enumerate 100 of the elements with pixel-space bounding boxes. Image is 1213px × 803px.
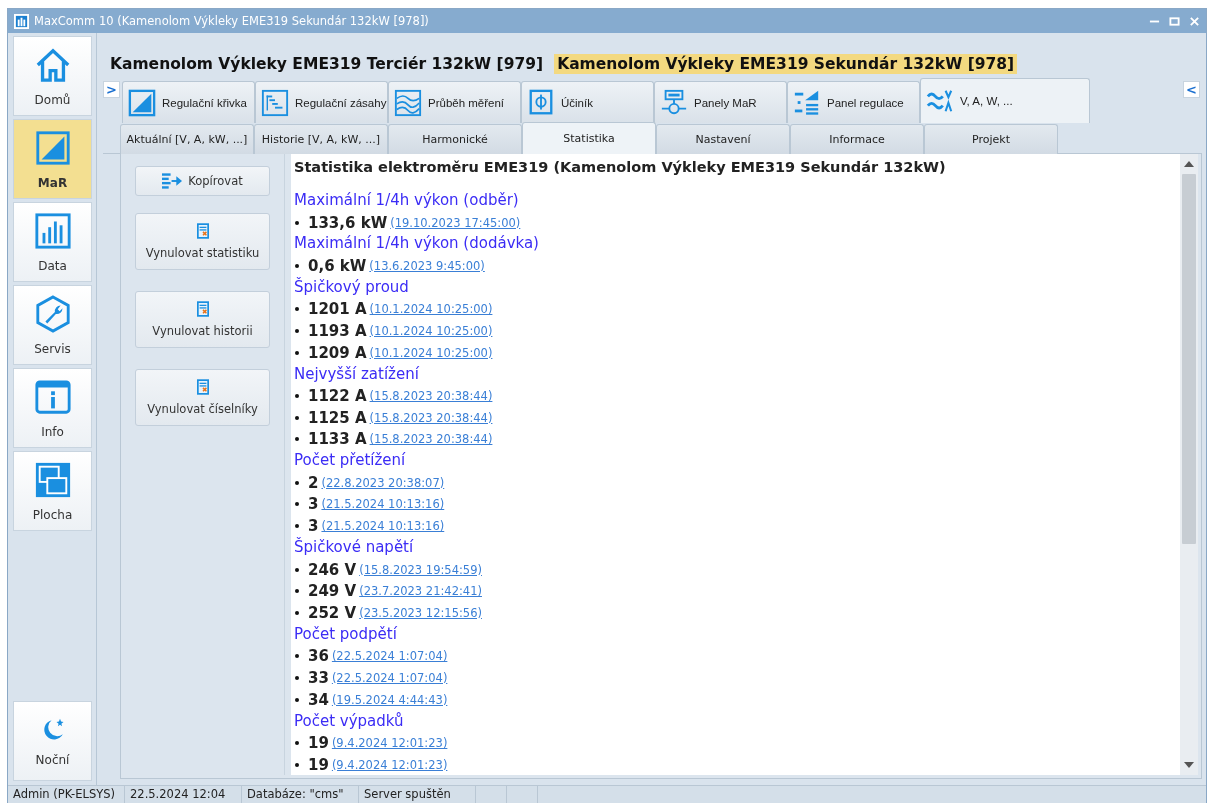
bar-chart-icon [33, 211, 72, 250]
measured-value: 3 [308, 517, 319, 536]
module-tab[interactable]: V, A, W, ... [920, 78, 1090, 123]
bullet-icon [295, 654, 299, 659]
reset-button[interactable]: Vynulovat historii [135, 291, 270, 348]
measured-value: 2 [308, 473, 319, 492]
status-text: Databáze: "cms" [242, 786, 359, 803]
bullet-icon [295, 263, 299, 268]
sidebar-item[interactable]: Servis [13, 285, 92, 365]
module-tab[interactable]: Regulační zásahy [255, 81, 388, 123]
timestamp-link[interactable]: (21.5.2024 10:13:16) [321, 497, 445, 512]
module-tab[interactable]: Panel regulace [787, 81, 920, 123]
view-tab[interactable]: Aktuální [V, A, kW, ...] [120, 124, 254, 154]
sidebar-item[interactable]: Data [13, 202, 92, 282]
measured-value: 19 [308, 755, 329, 774]
measured-value: 252 V [308, 603, 357, 622]
expand-button[interactable]: > [103, 81, 120, 98]
timestamp-link[interactable]: (22.5.2024 1:07:04) [331, 649, 448, 664]
view-tab[interactable]: Historie [V, A, kW, ...] [254, 124, 388, 154]
wave-icon [926, 87, 954, 115]
night-mode-button[interactable]: Noční [13, 701, 92, 781]
sidebar-item[interactable]: Info [13, 368, 92, 448]
view-tab[interactable]: Nastavení [656, 124, 790, 154]
timestamp-link[interactable]: (13.6.2023 9:45:00) [369, 258, 485, 273]
bullet-icon [295, 220, 299, 225]
bullet-icon [295, 415, 299, 420]
sidebar-item[interactable]: Plocha [13, 451, 92, 531]
measured-value: 34 [308, 690, 329, 709]
bullet-icon [295, 567, 299, 572]
module-tab[interactable]: Průběh měření [388, 81, 521, 123]
bullet-icon [295, 762, 299, 767]
timestamp-link[interactable]: (10.1.2024 10:25:00) [369, 345, 493, 360]
bullet-icon [295, 675, 299, 680]
section-heading: Počet výpadků [294, 710, 405, 732]
module-tab[interactable]: Regulační křivka [122, 81, 255, 123]
scroll-thumb[interactable] [1182, 174, 1196, 544]
timestamp-link[interactable]: (23.7.2023 21:42:41) [359, 584, 482, 599]
copy-button[interactable]: Kopírovat [135, 166, 270, 196]
timestamp-link[interactable]: (19.5.2024 4:44:43) [331, 692, 448, 707]
module-tab[interactable]: Panely MaR [654, 81, 787, 123]
bullet-icon [295, 394, 299, 399]
reset-button[interactable]: Vynulovat číselníky [135, 369, 270, 426]
scrollbar[interactable] [1180, 154, 1198, 775]
bullet-icon [295, 328, 299, 333]
status-text: 22.5.2024 12:04 [125, 786, 242, 803]
wrench-icon [33, 294, 72, 333]
sidebar-item[interactable]: MaR [13, 119, 92, 199]
view-tab[interactable]: Informace [790, 124, 924, 154]
view-tab[interactable]: Harmonické [388, 124, 522, 154]
timestamp-link[interactable]: (15.8.2023 19:54:59) [359, 562, 482, 577]
copy-icon [162, 173, 184, 189]
maximize-icon[interactable] [1169, 15, 1180, 27]
document-reset-icon [196, 379, 209, 395]
collapse-button[interactable]: < [1183, 81, 1200, 98]
timestamp-link[interactable]: (9.4.2024 12:01:23) [331, 736, 448, 751]
reset-button[interactable]: Vynulovat statistiku [135, 213, 270, 270]
measured-value: 36 [308, 647, 329, 666]
timestamp-link[interactable]: (10.1.2024 10:25:00) [369, 302, 493, 317]
meter-icon [660, 88, 688, 117]
measured-value: 33 [308, 668, 329, 687]
section-heading: Maximální 1/4h výkon (dodávka) [294, 233, 540, 255]
phi-icon [527, 88, 555, 117]
timestamp-link[interactable]: (9.4.2024 12:01:23) [331, 757, 448, 772]
device-tab[interactable]: Kamenolom Výkleky EME319 Terciér 132kW [979] [107, 53, 547, 74]
bullet-icon [295, 589, 299, 594]
module-tab[interactable]: Účiník [521, 81, 654, 123]
diagonal-square-icon [128, 88, 156, 117]
timestamp-link[interactable]: (22.5.2024 1:07:04) [331, 670, 448, 685]
measured-value: 3 [308, 495, 319, 514]
device-tab[interactable]: Kamenolom Výkleky EME319 Sekundár 132kW [978] [554, 53, 1018, 74]
measured-value: 1209 A [308, 343, 367, 362]
timestamp-link[interactable]: (23.5.2023 12:15:56) [359, 605, 482, 620]
diagonal-square-icon [33, 128, 72, 167]
timestamp-link[interactable]: (19.10.2023 17:45:00) [390, 215, 521, 230]
view-tab[interactable]: Projekt [924, 124, 1058, 154]
document-reset-icon [196, 301, 209, 317]
section-heading: Špičkový proud [294, 276, 410, 298]
bullet-icon [295, 502, 299, 507]
bullet-icon [295, 350, 299, 355]
measured-value: 133,6 kW [308, 213, 388, 232]
app-logo-icon [14, 13, 29, 29]
timestamp-link[interactable]: (15.8.2023 20:38:44) [369, 410, 493, 425]
windows-icon [33, 460, 72, 499]
bullet-icon [295, 524, 299, 529]
view-tab[interactable]: Statistika [522, 122, 656, 154]
report-title: Statistika elektroměru EME319 (Kamenolom Výkleky EME319 Sekundár 132kW) [294, 159, 947, 175]
measured-value: 1133 A [308, 430, 367, 449]
timestamp-link[interactable]: (22.8.2023 20:38:07) [321, 475, 445, 490]
measured-value: 19 [308, 734, 329, 753]
timestamp-link[interactable]: (15.8.2023 20:38:44) [369, 389, 493, 404]
bullet-icon [295, 480, 299, 485]
timestamp-link[interactable]: (10.1.2024 10:25:00) [369, 323, 493, 338]
status-text: Server spuštěn [359, 786, 476, 803]
panel-icon [793, 88, 821, 117]
close-icon[interactable] [1189, 15, 1200, 27]
sidebar-item[interactable]: Domů [13, 36, 92, 116]
timestamp-link[interactable]: (21.5.2024 10:13:16) [321, 519, 445, 534]
window-title: MaxComm 10 (Kamenolom Výkleky EME319 Sekundár 132kW [978]) [34, 14, 430, 28]
bullet-icon [295, 437, 299, 442]
timestamp-link[interactable]: (15.8.2023 20:38:44) [369, 432, 493, 447]
